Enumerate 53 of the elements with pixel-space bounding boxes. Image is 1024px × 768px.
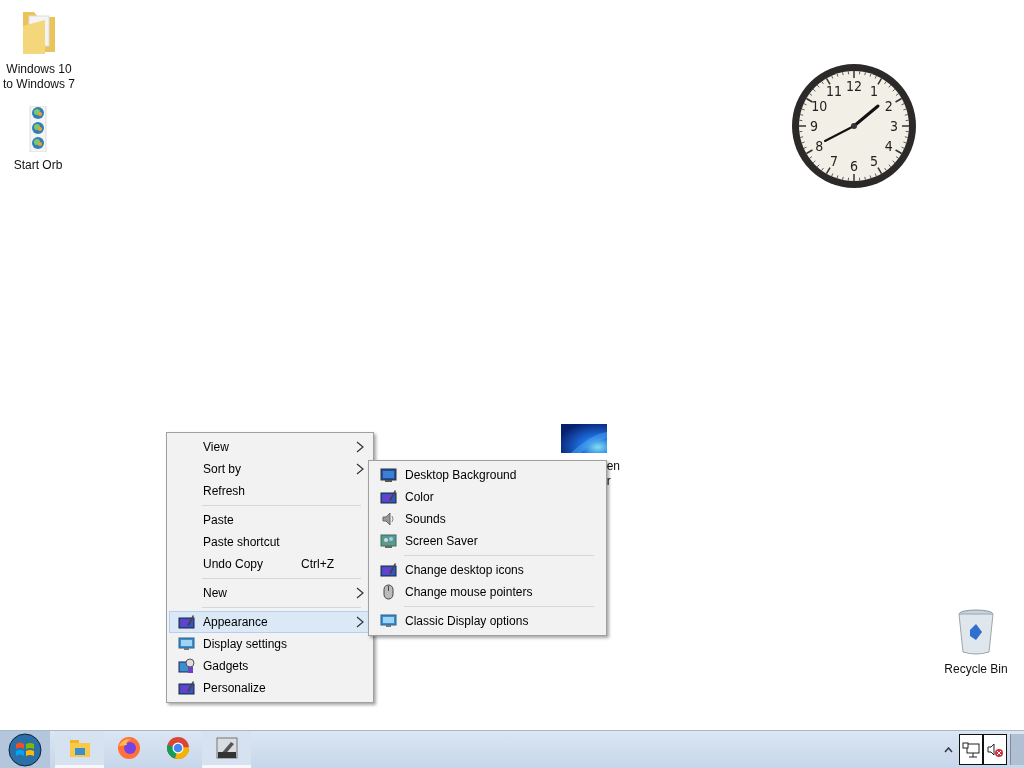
chevron-right-icon xyxy=(356,463,364,475)
orbs-icon xyxy=(29,106,47,152)
menu-item[interactable]: Appearance xyxy=(169,611,371,633)
chevron-right-icon xyxy=(356,616,364,628)
monitor-brush-icon xyxy=(178,614,195,630)
menu-item[interactable]: View xyxy=(169,436,371,458)
chevron-right-icon xyxy=(356,587,364,599)
monitor-icon xyxy=(380,533,397,549)
monitor-brush-icon xyxy=(380,562,397,578)
monitor-icon xyxy=(380,467,397,483)
chevron-up-icon xyxy=(943,746,953,753)
menu-item[interactable]: Change mouse pointers xyxy=(371,581,604,603)
network-button[interactable] xyxy=(959,734,983,765)
monitor-icon xyxy=(178,636,195,652)
menu-item[interactable]: Screen Saver xyxy=(371,530,604,552)
menu-item[interactable]: Sounds xyxy=(371,508,604,530)
recycle-bin-icon xyxy=(956,608,996,656)
menu-item[interactable]: Personalize xyxy=(169,677,371,699)
menu-item[interactable]: Undo Copy Ctrl+Z xyxy=(169,553,371,575)
chrome-icon xyxy=(165,736,190,760)
icon-label: Recycle Bin xyxy=(944,662,1008,677)
menu-item[interactable]: New xyxy=(169,582,371,604)
speaker-icon xyxy=(380,511,397,527)
mouse-icon xyxy=(380,584,397,600)
tools-icon xyxy=(214,736,239,760)
monitor-brush-icon xyxy=(380,489,397,505)
menu-item[interactable]: Paste shortcut xyxy=(169,531,371,553)
menu-item[interactable]: Desktop Background xyxy=(371,464,604,486)
icon-label: Start Orb xyxy=(13,158,63,173)
menu-item[interactable]: Refresh xyxy=(169,480,371,502)
chevron-right-icon xyxy=(356,441,364,453)
folder-icon xyxy=(68,738,91,758)
muted-speaker-icon xyxy=(986,741,1004,758)
menu-item[interactable]: Color xyxy=(371,486,604,508)
start-button[interactable] xyxy=(0,731,50,768)
monitor-brush-icon xyxy=(178,680,195,696)
menu-item[interactable]: Sort by xyxy=(169,458,371,480)
menu-item[interactable]: Paste xyxy=(169,509,371,531)
fox-globe-icon xyxy=(116,736,141,760)
network-icon xyxy=(962,741,980,758)
clock-drawing: 11 12 1 10 2 9 3 8 4 7 6 5 xyxy=(789,61,919,191)
taskbar-app-button[interactable] xyxy=(202,731,251,768)
menu-item[interactable]: Change desktop icons xyxy=(371,559,604,581)
monitor-icon xyxy=(380,613,397,629)
menu-item[interactable]: Classic Display options xyxy=(371,610,604,632)
menu-item[interactable]: Display settings xyxy=(169,633,371,655)
volume-button[interactable] xyxy=(983,734,1007,765)
shortcut-text: Ctrl+Z xyxy=(301,556,334,573)
icon-label: Windows 10 to Windows 7 xyxy=(3,62,75,92)
start-orb-icon xyxy=(7,731,43,768)
menu-item[interactable]: Gadgets xyxy=(169,655,371,677)
icon-label: en r xyxy=(606,459,620,489)
gadgets-icon xyxy=(178,658,195,674)
